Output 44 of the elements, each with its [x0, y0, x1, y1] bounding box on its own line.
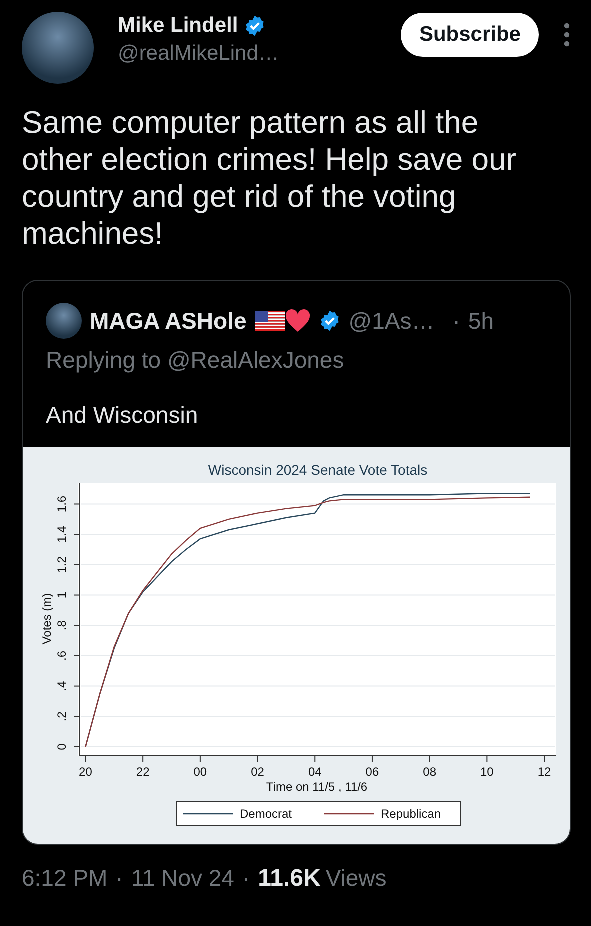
- author-handle[interactable]: @realMikeLind…: [118, 42, 378, 66]
- avatar[interactable]: [46, 303, 82, 339]
- post-time: 6:12 PM: [22, 865, 108, 892]
- quote-text: And Wisconsin: [45, 401, 200, 429]
- subscribe-button[interactable]: Subscribe: [401, 13, 539, 57]
- x-tick-label: 02: [251, 765, 264, 779]
- x-tick-label: 00: [194, 765, 208, 779]
- post-age: 5h: [468, 308, 494, 334]
- chart-title: Wisconsin 2024 Senate Vote Totals: [208, 462, 428, 478]
- y-axis-label: Votes (m): [40, 593, 54, 645]
- more-icon[interactable]: [563, 22, 571, 48]
- x-tick-label: 20: [79, 765, 92, 779]
- separator-dot: ·: [242, 865, 250, 892]
- x-tick-label: 08: [423, 765, 436, 779]
- author-handle[interactable]: @1As…: [348, 308, 435, 334]
- post-date: 11 Nov 24: [131, 865, 234, 892]
- y-tick-label: 1: [55, 592, 69, 599]
- y-tick-label: 0: [55, 744, 69, 750]
- legend-label: Republican: [381, 807, 442, 821]
- y-tick-label: 1.4: [55, 526, 69, 543]
- y-tick-label: .6: [55, 650, 69, 661]
- y-tick-label: 1.6: [55, 496, 69, 513]
- y-tick-label: 1.2: [55, 556, 69, 574]
- tweet-text: Same computer pattern as all the other election crimes! Help save our country and get rid of the voting machines!: [22, 104, 518, 252]
- separator-dot: ·: [116, 865, 124, 892]
- x-tick-label: 06: [366, 765, 380, 779]
- y-tick-label: .2: [55, 712, 69, 722]
- author-name[interactable]: MAGA ASHole: [90, 308, 247, 334]
- x-axis-label: Time on 11/5 , 11/6: [266, 780, 368, 794]
- legend-label: Democrat: [240, 807, 292, 821]
- x-tick-label: 12: [538, 765, 552, 779]
- replying-to-text: Replying to @RealAlexJones: [45, 346, 346, 374]
- x-tick-label: 10: [480, 765, 494, 779]
- separator-dot: ·: [452, 308, 460, 334]
- x-tick-label: 04: [308, 765, 322, 779]
- heart-icon: [284, 309, 311, 333]
- views-count: 11.6K: [258, 865, 321, 893]
- quoted-tweet-card[interactable]: [22, 280, 571, 845]
- author-name[interactable]: Mike Lindell: [118, 14, 238, 38]
- y-tick-label: .4: [55, 681, 69, 692]
- y-tick-label: .8: [55, 620, 69, 631]
- x-tick-label: 22: [136, 765, 150, 779]
- flag-icon: [254, 311, 285, 331]
- views-label: Views: [326, 865, 387, 892]
